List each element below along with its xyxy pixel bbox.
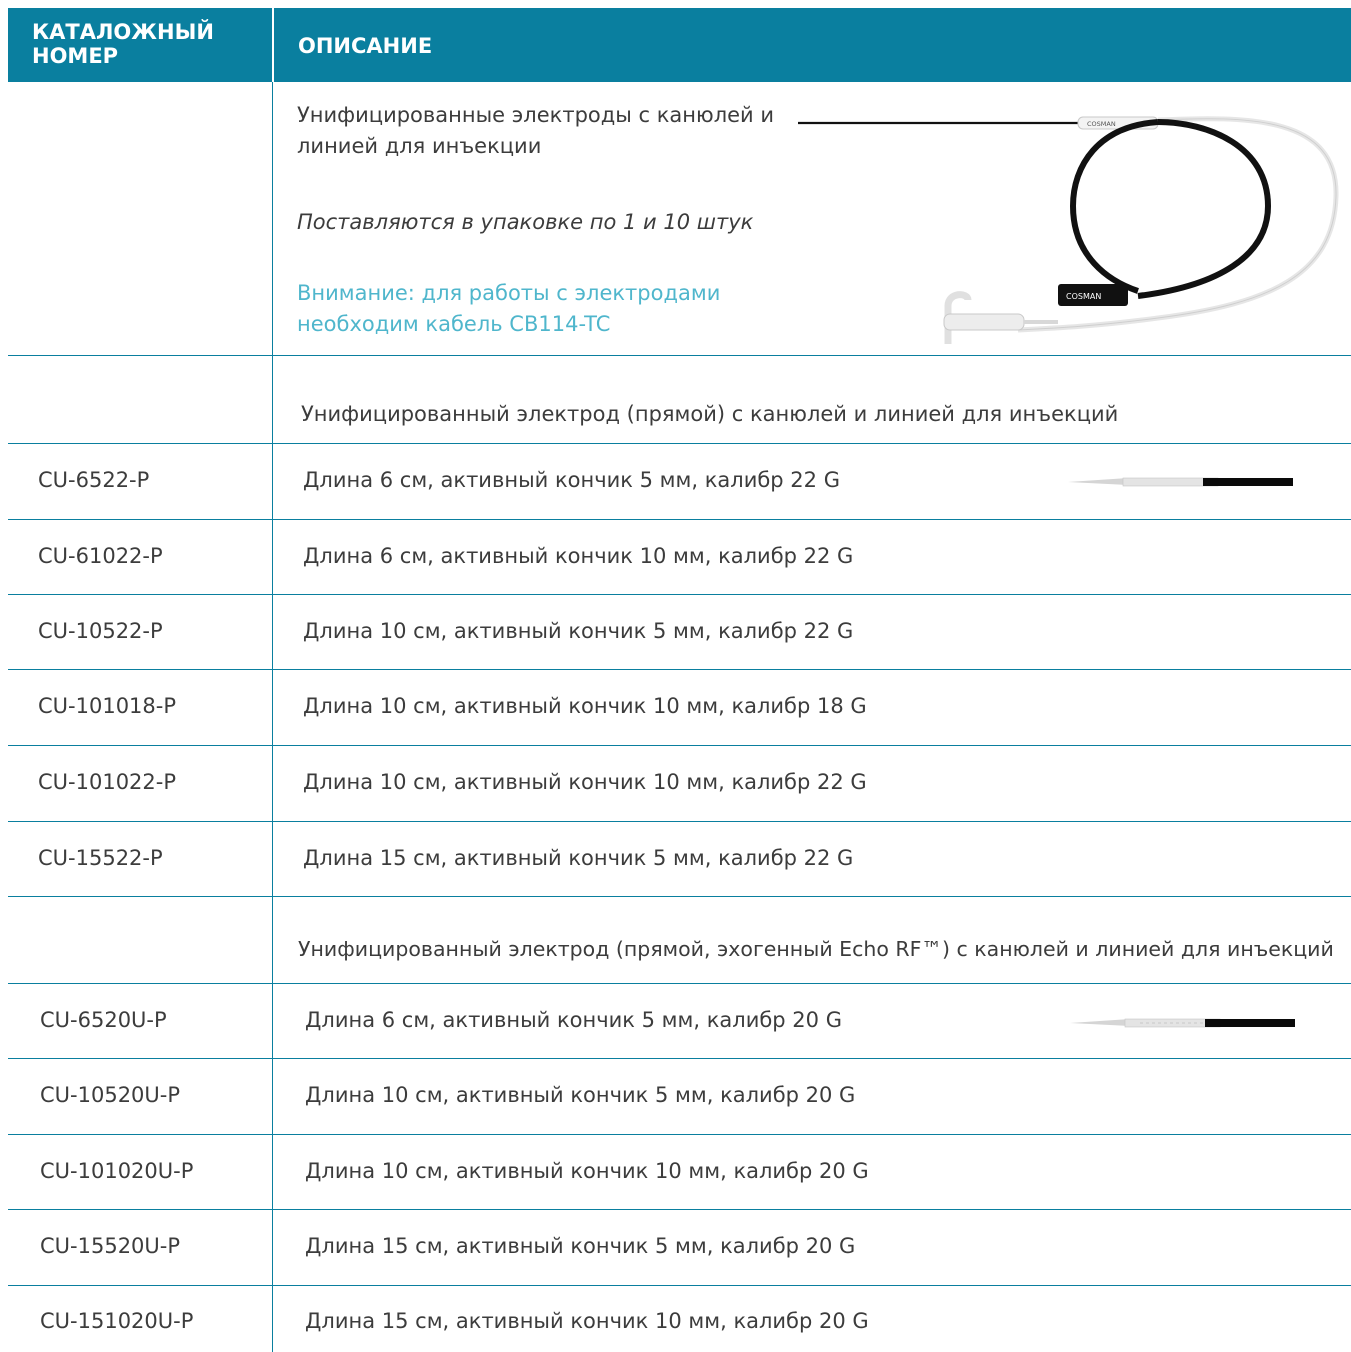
row-description: Длина 10 см, активный кончик 5 мм, калиб… bbox=[303, 619, 854, 643]
catalog-number: CU-10522-P bbox=[38, 619, 163, 643]
catalog-number: CU-10520U-P bbox=[40, 1083, 181, 1107]
row-description: Длина 10 см, активный кончик 10 мм, кали… bbox=[305, 1159, 869, 1183]
catalog-number: CU-101022-P bbox=[38, 770, 177, 794]
row-description: Длина 10 см, активный кончик 10 мм, кали… bbox=[303, 770, 867, 794]
table-row: CU-61022-P Длина 6 см, активный кончик 1… bbox=[8, 520, 1351, 595]
intro-cable-note: Внимание: для работы с электродами необх… bbox=[297, 281, 721, 336]
catalog-table: КАТАЛОЖНЫЙ НОМЕР ОПИСАНИЕ Унифицированны… bbox=[8, 8, 1351, 1352]
echogenic-needle-image bbox=[1070, 1018, 1295, 1028]
needle-image bbox=[1068, 477, 1293, 487]
row-description: Длина 10 см, активный кончик 10 мм, кали… bbox=[303, 694, 867, 718]
catalog-number: CU-101020U-P bbox=[40, 1159, 194, 1183]
row-description: Длина 15 см, активный кончик 10 мм, кали… bbox=[305, 1309, 869, 1333]
table-row: CU-6522-P Длина 6 см, активный кончик 5 … bbox=[8, 444, 1351, 520]
table-row: CU-10520U-P Длина 10 см, активный кончик… bbox=[8, 1059, 1351, 1135]
row-description: Длина 15 см, активный кончик 5 мм, калиб… bbox=[305, 1234, 856, 1258]
catalog-number: CU-6520U-P bbox=[40, 1008, 167, 1032]
intro-packaging: Поставляются в упаковке по 1 и 10 штук bbox=[297, 210, 754, 234]
table-row: CU-151020U-P Длина 15 см, активный кончи… bbox=[8, 1286, 1351, 1352]
row-description: Длина 10 см, активный кончик 5 мм, калиб… bbox=[305, 1083, 856, 1107]
intro-title: Унифицированные электроды с канюлей и ли… bbox=[297, 103, 775, 158]
table-row: CU-6520U-P Длина 6 см, активный кончик 5… bbox=[8, 984, 1351, 1059]
table-row: CU-10522-P Длина 10 см, активный кончик … bbox=[8, 595, 1351, 670]
catalog-number: CU-61022-P bbox=[38, 544, 163, 568]
table-row: CU-15520U-P Длина 15 см, активный кончик… bbox=[8, 1210, 1351, 1286]
header-divider bbox=[272, 8, 274, 82]
header-catalog-number: КАТАЛОЖНЫЙ НОМЕР bbox=[32, 20, 214, 68]
table-row: CU-101018-P Длина 10 см, активный кончик… bbox=[8, 670, 1351, 746]
handle-brand-label: COSMAN bbox=[1087, 120, 1116, 128]
row-description: Длина 6 см, активный кончик 10 мм, калиб… bbox=[303, 544, 854, 568]
row-description: Длина 15 см, активный кончик 5 мм, калиб… bbox=[303, 846, 854, 870]
table-row: CU-101020U-P Длина 10 см, активный кончи… bbox=[8, 1135, 1351, 1210]
catalog-number: CU-6522-P bbox=[38, 468, 150, 492]
catalog-number: CU-15520U-P bbox=[40, 1234, 181, 1258]
table-row: CU-15522-P Длина 15 см, активный кончик … bbox=[8, 822, 1351, 897]
connector-brand-label: COSMAN bbox=[1066, 292, 1101, 301]
row-description: Длина 6 см, активный кончик 5 мм, калибр… bbox=[305, 1008, 842, 1032]
catalog-number: CU-15522-P bbox=[38, 846, 163, 870]
table-header: КАТАЛОЖНЫЙ НОМЕР ОПИСАНИЕ bbox=[8, 8, 1351, 82]
group-title-row: Унифицированный электрод (прямой) с каню… bbox=[8, 356, 1351, 444]
group-title: Унифицированный электрод (прямой) с каню… bbox=[301, 402, 1119, 426]
catalog-number: CU-101018-P bbox=[38, 694, 177, 718]
catalog-number: CU-151020U-P bbox=[40, 1309, 194, 1333]
row-description: Длина 6 см, активный кончик 5 мм, калибр… bbox=[303, 468, 840, 492]
electrode-product-image: COSMAN COSMAN bbox=[798, 116, 1339, 344]
intro-row: Унифицированные электроды с канюлей и ли… bbox=[8, 82, 1351, 356]
header-description: ОПИСАНИЕ bbox=[298, 34, 433, 58]
group-title-row: Унифицированный электрод (прямой, эхоген… bbox=[8, 897, 1351, 984]
table-row: CU-101022-P Длина 10 см, активный кончик… bbox=[8, 746, 1351, 822]
group-title: Унифицированный электрод (прямой, эхоген… bbox=[298, 937, 1334, 961]
